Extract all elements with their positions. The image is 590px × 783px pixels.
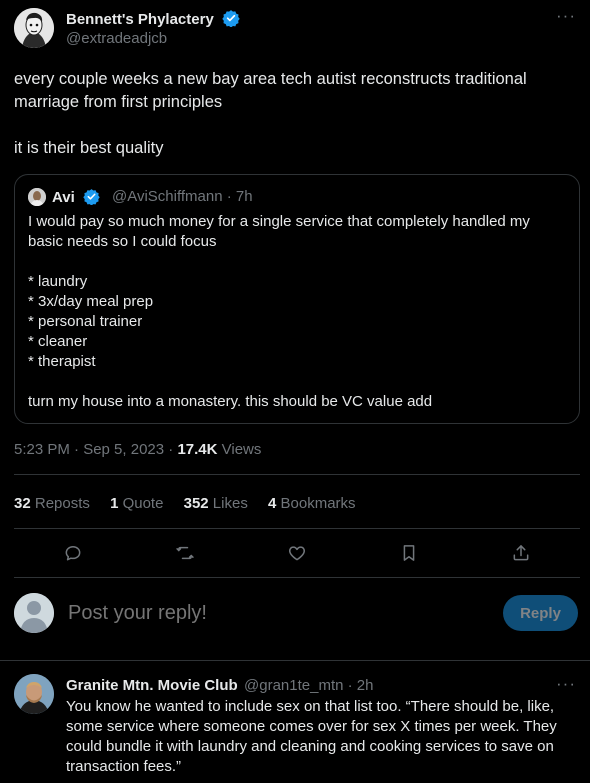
tweet-text: every couple weeks a new bay area tech a…	[14, 68, 580, 160]
tweet-text-paragraph: it is their best quality	[14, 139, 164, 157]
reply-author-avatar[interactable]	[14, 674, 54, 714]
current-user-avatar[interactable]	[14, 593, 54, 633]
reply-input[interactable]	[68, 602, 428, 625]
quote-author-handle[interactable]: @AviSchiffmann · 7h	[112, 188, 253, 205]
quote-line: * cleaner	[28, 333, 88, 350]
bookmark-icon[interactable]	[398, 538, 420, 568]
quotes-label: Quote	[118, 495, 164, 512]
quote-line: turn my house into a monastery. this sho…	[28, 393, 433, 410]
repost-icon[interactable]	[174, 538, 196, 568]
divider	[0, 660, 590, 661]
avatar[interactable]	[14, 8, 54, 48]
reply-author-name[interactable]: Granite Mtn. Movie Club	[66, 677, 238, 694]
author-handle[interactable]: @extradeadjcb	[66, 30, 167, 47]
divider	[14, 528, 580, 529]
bookmarks-stat[interactable]: 4 Bookmarks	[268, 495, 356, 512]
reply-text: You know he wanted to include sex on tha…	[66, 698, 557, 775]
quote-line	[28, 252, 568, 272]
views-label: Views	[217, 441, 262, 458]
reposts-stat[interactable]: 32 Reposts	[14, 495, 90, 512]
bookmarks-label: Bookmarks	[276, 495, 356, 512]
divider	[14, 474, 580, 475]
reply-icon[interactable]	[62, 538, 84, 568]
likes-stat[interactable]: 352 Likes	[184, 495, 248, 512]
verified-badge-icon	[83, 189, 100, 205]
share-icon[interactable]	[510, 538, 532, 568]
reposts-label: Reposts	[30, 495, 90, 512]
quote-avatar[interactable]	[28, 188, 46, 206]
quote-author-name[interactable]: Avi	[52, 188, 100, 206]
reply-more-options-icon[interactable]: ···	[556, 674, 576, 694]
quote-line: * 3x/day meal prep	[28, 293, 154, 310]
quote-line	[28, 372, 568, 392]
likes-count: 352	[183, 495, 209, 512]
quote-line: basic needs so I could focus	[28, 233, 217, 250]
author-name[interactable]: Bennett's Phylactery	[66, 9, 240, 28]
author-name-text[interactable]: Bennett's Phylactery	[66, 11, 214, 28]
quotes-stat[interactable]: 1 Quote	[110, 495, 163, 512]
quote-line: * personal trainer	[28, 313, 143, 330]
verified-badge-icon	[222, 10, 240, 27]
quote-text: I would pay so much money for a single s…	[28, 212, 568, 412]
quote-line: * therapist	[28, 353, 96, 370]
quote-line: * laundry	[28, 273, 88, 290]
reply-author-handle[interactable]: @gran1te_mtn · 2h	[244, 677, 373, 694]
quoted-tweet[interactable]: Avi @AviSchiffmann · 7h I would pay so m…	[14, 174, 580, 424]
divider	[14, 577, 580, 578]
timestamp[interactable]: 5:23 PM · Sep 5, 2023 ·	[14, 441, 177, 458]
engagement-stats: 32 Reposts 1 Quote 352 Likes 4 Bookmarks	[14, 495, 372, 512]
more-options-icon[interactable]: ···	[556, 6, 576, 26]
views-count: 17.4K	[177, 441, 218, 458]
likes-label: Likes	[208, 495, 248, 512]
like-icon[interactable]	[286, 538, 308, 568]
quote-author-name-text[interactable]: Avi	[52, 189, 75, 206]
quote-line: I would pay so much money for a single s…	[28, 213, 530, 230]
tweet-text-paragraph: every couple weeks a new bay area tech a…	[14, 70, 527, 111]
reply-button[interactable]: Reply	[503, 595, 578, 631]
action-bar	[14, 538, 580, 568]
tweet-meta: 5:23 PM · Sep 5, 2023 · 17.4K Views	[14, 441, 261, 458]
reposts-count: 32	[14, 495, 31, 512]
